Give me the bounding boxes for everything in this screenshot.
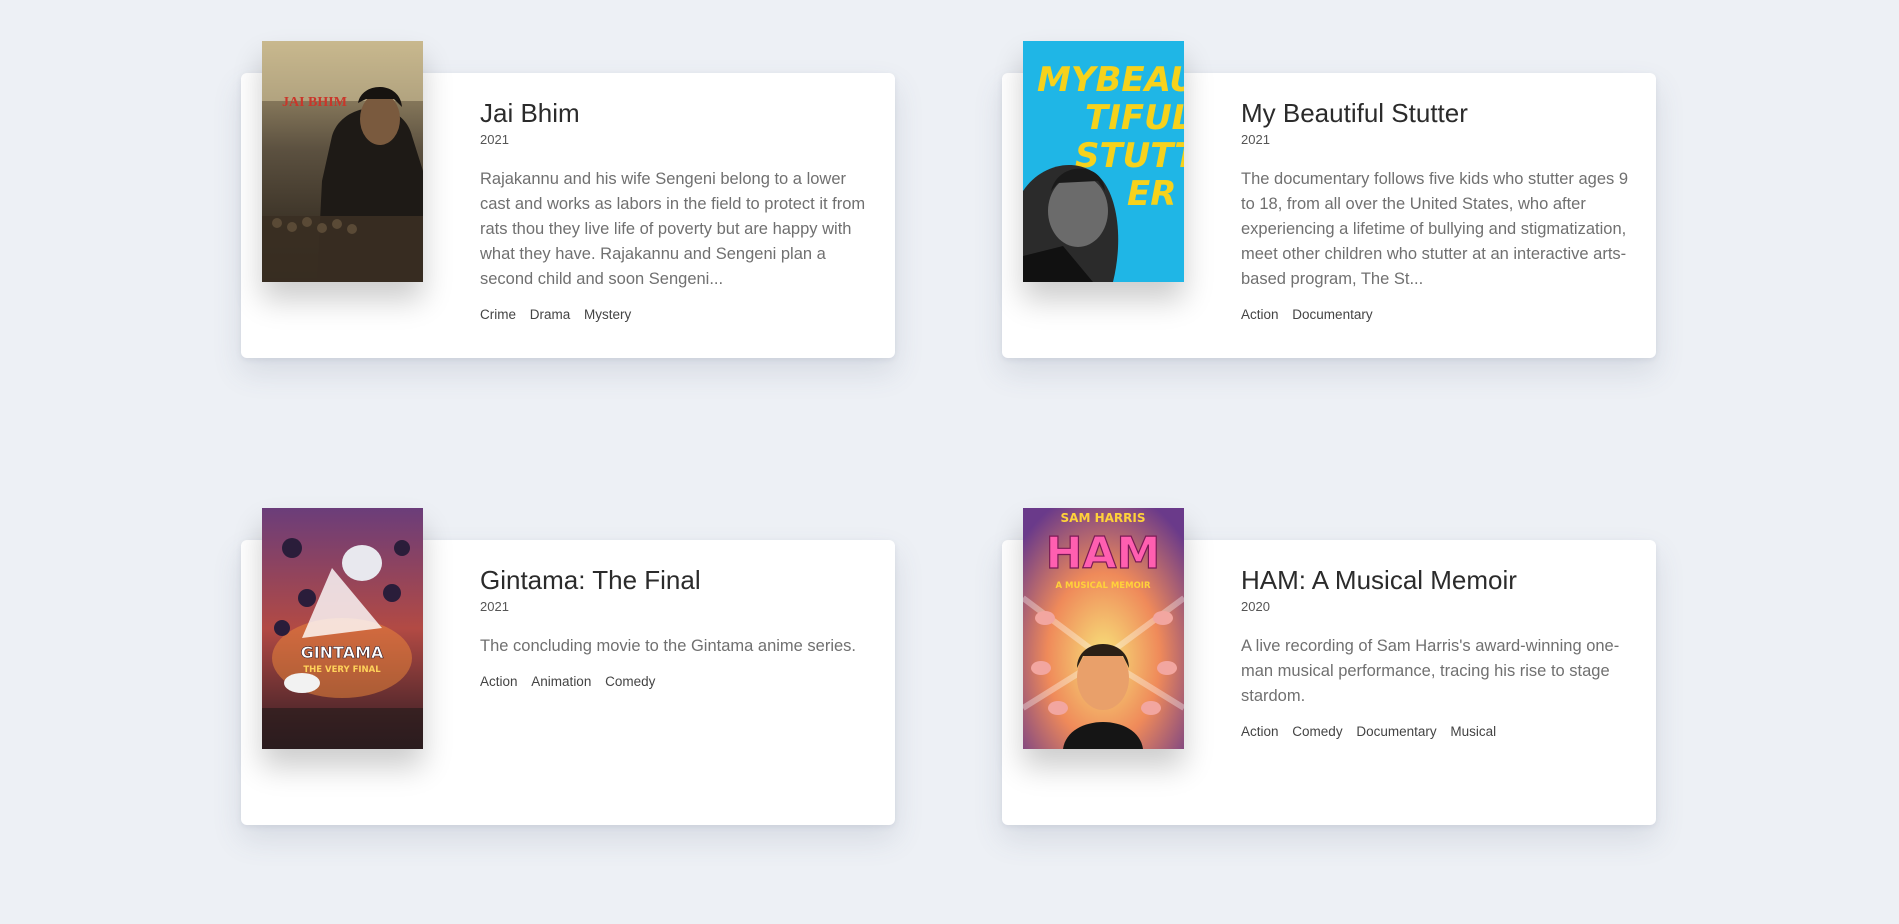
movie-info: Jai Bhim 2021 Rajakannu and his wife Sen… [480,97,872,324]
movie-description: Rajakannu and his wife Sengeni belong to… [480,170,866,288]
movie-poster[interactable]: GINTAMA THE VERY FINAL [262,508,423,749]
movie-title[interactable]: Jai Bhim [480,97,872,129]
genre-list: Action Comedy Documentary Musical [1241,723,1633,741]
genre-tag[interactable]: Action [1241,723,1279,741]
poster-title-text: ER [1127,174,1176,214]
genre-tag[interactable]: Musical [1450,723,1496,741]
genre-tag[interactable]: Documentary [1292,306,1372,324]
poster-image: MYBEAU TIFUL STUTT ER [1023,41,1184,282]
poster-image: GINTAMA THE VERY FINAL [262,508,423,749]
genre-tag[interactable]: Drama [530,306,571,324]
movie-info: HAM: A Musical Memoir 2020 A live record… [1241,564,1633,741]
poster-title-text: A MUSICAL MEMOIR [1055,581,1150,591]
movie-poster[interactable]: MYBEAU TIFUL STUTT ER [1023,41,1184,282]
poster-title-text: STUTT [1075,136,1184,176]
poster-image: SAM HARRIS HAM A MUSICAL MEMOIR [1023,508,1184,749]
genre-tag[interactable]: Action [480,673,518,691]
poster-title-text: TIFUL [1085,98,1184,138]
genre-list: Action Documentary [1241,306,1633,324]
movie-poster[interactable]: JAI BHIM [262,41,423,282]
movie-description: A live recording of Sam Harris's award-w… [1241,637,1620,705]
movie-description: The concluding movie to the Gintama anim… [480,637,857,655]
movie-year: 2021 [1241,132,1270,147]
poster-title-text: GINTAMA [301,643,384,662]
movie-title[interactable]: My Beautiful Stutter [1241,97,1633,129]
movie-description: The documentary follows five kids who st… [1241,170,1629,288]
movie-title[interactable]: HAM: A Musical Memoir [1241,564,1633,596]
genre-tag[interactable]: Crime [480,306,516,324]
poster-image: JAI BHIM [262,41,423,282]
movie-title[interactable]: Gintama: The Final [480,564,872,596]
genre-list: Crime Drama Mystery [480,306,872,324]
genre-list: Action Animation Comedy [480,673,872,691]
movie-info: Gintama: The Final 2021 The concluding m… [480,564,872,691]
movie-info: My Beautiful Stutter 2021 The documentar… [1241,97,1633,324]
genre-tag[interactable]: Documentary [1356,723,1436,741]
poster-title-text: MYBEAU [1037,60,1184,100]
movie-year: 2021 [480,599,509,614]
genre-tag[interactable]: Animation [531,673,591,691]
poster-title-text: HAM [1046,528,1161,579]
movie-year: 2020 [1241,599,1270,614]
genre-tag[interactable]: Mystery [584,306,631,324]
poster-title-text: THE VERY FINAL [303,665,381,675]
movie-year: 2021 [480,132,509,147]
movie-poster[interactable]: SAM HARRIS HAM A MUSICAL MEMOIR [1023,508,1184,749]
genre-tag[interactable]: Action [1241,306,1279,324]
genre-tag[interactable]: Comedy [1292,723,1342,741]
poster-title-text: JAI BHIM [282,95,347,110]
genre-tag[interactable]: Comedy [605,673,655,691]
poster-title-text: SAM HARRIS [1061,511,1146,525]
